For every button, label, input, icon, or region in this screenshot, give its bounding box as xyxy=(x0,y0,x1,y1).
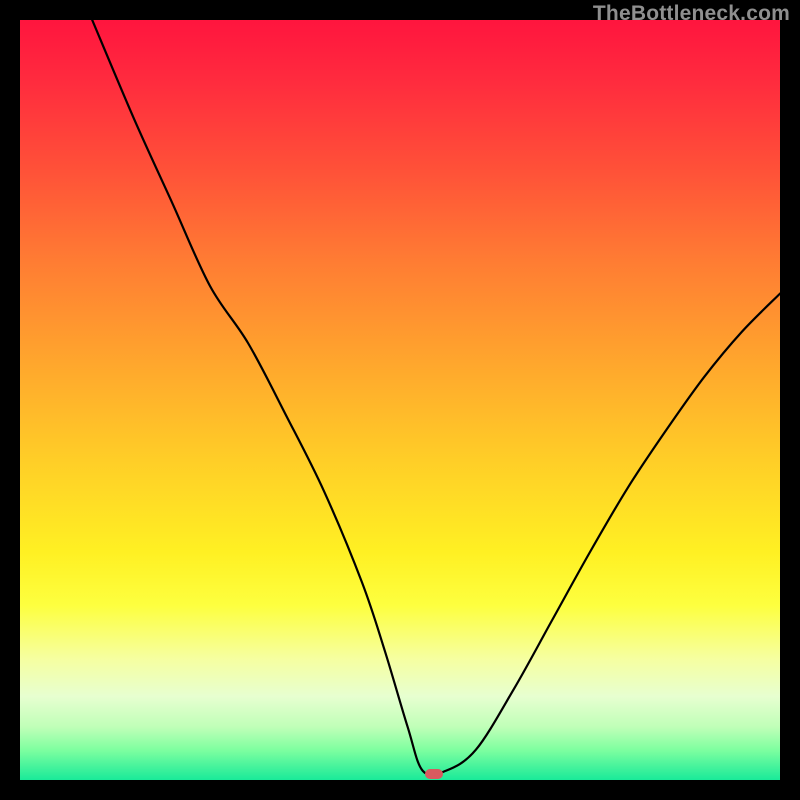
chart-frame: TheBottleneck.com xyxy=(0,0,800,800)
watermark-text: TheBottleneck.com xyxy=(593,2,790,26)
bottleneck-curve xyxy=(20,20,780,780)
bottleneck-marker xyxy=(425,769,443,779)
plot-area xyxy=(20,20,780,780)
